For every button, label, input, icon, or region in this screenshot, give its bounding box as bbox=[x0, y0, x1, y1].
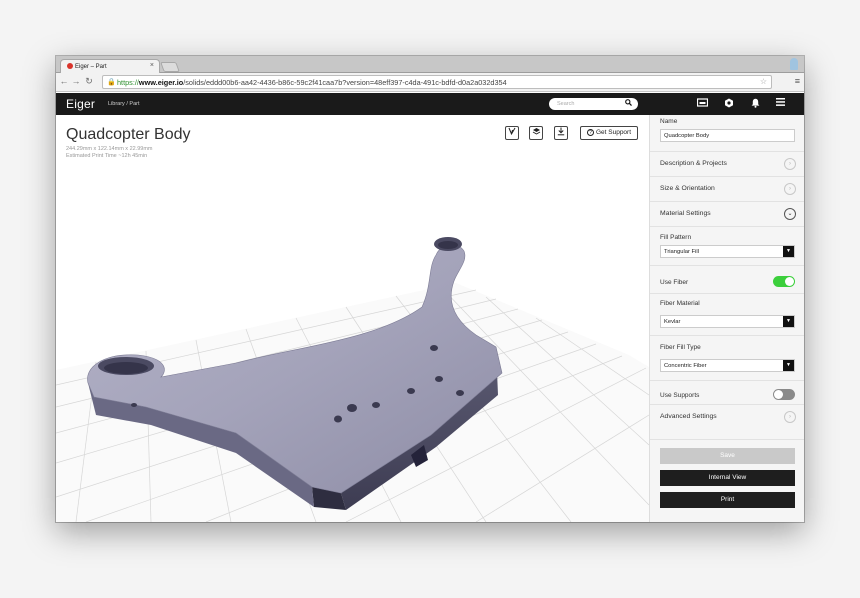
reload-icon[interactable]: ↻ bbox=[83, 76, 95, 87]
section-description[interactable]: Description & Projects › bbox=[650, 151, 804, 176]
fill-pattern-select[interactable]: Triangular Fill ▼ bbox=[660, 245, 795, 258]
divider bbox=[650, 226, 804, 227]
part-dimensions: 244.29mm x 122.14mm x 22.99mm bbox=[66, 146, 153, 152]
tab-strip: Eiger – Part × bbox=[56, 56, 804, 73]
toggle-knob bbox=[785, 277, 794, 286]
close-tab-icon[interactable]: × bbox=[150, 62, 154, 69]
3d-viewport[interactable]: Quadcopter Body 244.29mm x 122.14mm x 22… bbox=[56, 115, 649, 522]
toggle-knob bbox=[774, 390, 783, 399]
use-supports-label: Use Supports bbox=[660, 392, 700, 399]
fiber-material-select[interactable]: Kevlar ▼ bbox=[660, 315, 795, 328]
left-side-hole bbox=[131, 403, 137, 407]
tab-title: Eiger – Part bbox=[75, 64, 107, 70]
browser-menu-icon[interactable]: ≡ bbox=[795, 76, 800, 86]
download-button[interactable] bbox=[554, 126, 568, 140]
printer-icon[interactable] bbox=[696, 98, 708, 109]
dropdown-arrow-icon[interactable]: ▼ bbox=[783, 246, 794, 257]
profile-icon[interactable] bbox=[790, 58, 798, 70]
chevron-right-icon[interactable]: › bbox=[784, 158, 796, 170]
divider bbox=[650, 335, 804, 336]
fill-pattern-label: Fill Pattern bbox=[660, 234, 692, 241]
fill-pattern-value: Triangular Fill bbox=[664, 249, 699, 255]
layers-button[interactable] bbox=[529, 126, 543, 140]
url-scheme: https:// bbox=[117, 78, 139, 87]
hamburger-menu-icon[interactable] bbox=[774, 98, 786, 108]
breadcrumb[interactable]: Library / Part bbox=[108, 101, 139, 107]
bookmark-star-icon[interactable]: ☆ bbox=[760, 77, 767, 86]
chevron-right-icon[interactable]: › bbox=[784, 411, 796, 423]
browser-tab[interactable]: Eiger – Part × bbox=[60, 59, 160, 73]
notification-bell-icon[interactable] bbox=[749, 98, 761, 110]
section-size-orientation[interactable]: Size & Orientation › bbox=[650, 176, 804, 201]
get-support-label: Get Support bbox=[595, 129, 632, 136]
print-time-estimate: Estimated Print Time ~12h 45min bbox=[66, 153, 148, 159]
use-fiber-label: Use Fiber bbox=[660, 279, 689, 286]
divider bbox=[650, 265, 804, 266]
chevron-right-icon[interactable]: › bbox=[784, 183, 796, 195]
browser-toolbar: ← → ↻ 🔒 https://www.eiger.io/solids/eddd… bbox=[56, 73, 804, 92]
divider bbox=[650, 380, 804, 381]
section-advanced-settings[interactable]: Advanced Settings › bbox=[650, 404, 804, 429]
fiber-fill-type-label: Fiber Fill Type bbox=[660, 344, 701, 351]
divider bbox=[650, 439, 804, 440]
internal-view-button[interactable]: Internal View bbox=[660, 470, 795, 486]
use-fiber-toggle[interactable] bbox=[773, 276, 795, 287]
search-icon[interactable] bbox=[625, 99, 632, 108]
section-advanced-label: Advanced Settings bbox=[660, 413, 717, 420]
chevron-down-icon[interactable]: ⌄ bbox=[784, 208, 796, 220]
app-header: Eiger Library / Part Search bbox=[56, 93, 804, 115]
fiber-fill-type-select[interactable]: Concentric Fiber ▼ bbox=[660, 359, 795, 372]
section-description-label: Description & Projects bbox=[660, 160, 727, 167]
save-button[interactable]: Save bbox=[660, 448, 795, 464]
motor-hole-left bbox=[104, 362, 148, 374]
section-material-settings[interactable]: Material Settings ⌄ bbox=[650, 201, 804, 226]
fiber-material-value: Kevlar bbox=[664, 319, 681, 325]
motor-hole-back bbox=[438, 241, 458, 249]
browser-window: Eiger – Part × ← → ↻ 🔒 https://www.eiger… bbox=[56, 56, 804, 522]
build-plate-scene[interactable] bbox=[56, 115, 649, 522]
favicon-icon bbox=[67, 63, 73, 69]
lock-icon: 🔒 bbox=[107, 79, 116, 86]
url-path: /solids/eddd00b6-aa42-4436-b86c-59c2f41c… bbox=[183, 78, 507, 87]
name-label: Name bbox=[660, 118, 678, 125]
part-title: Quadcopter Body bbox=[66, 126, 191, 143]
eiger-logo[interactable]: Eiger bbox=[66, 97, 95, 111]
search-input[interactable]: Search bbox=[549, 98, 638, 110]
fiber-material-label: Fiber Material bbox=[660, 300, 700, 307]
address-bar[interactable]: 🔒 https://www.eiger.io/solids/eddd00b6-a… bbox=[102, 75, 772, 89]
get-support-button[interactable]: ? Get Support bbox=[580, 126, 638, 140]
dropdown-arrow-icon[interactable]: ▼ bbox=[783, 360, 794, 371]
fiber-fill-type-value: Concentric Fiber bbox=[664, 363, 707, 369]
view-mode-button[interactable] bbox=[505, 126, 519, 140]
url-host: www.eiger.io bbox=[138, 78, 184, 87]
search-placeholder: Search bbox=[557, 101, 575, 107]
section-material-label: Material Settings bbox=[660, 210, 711, 217]
new-tab-button[interactable] bbox=[160, 62, 180, 72]
settings-hex-icon[interactable] bbox=[723, 98, 735, 110]
divider bbox=[650, 293, 804, 294]
print-button[interactable]: Print bbox=[660, 492, 795, 508]
use-supports-toggle[interactable] bbox=[773, 389, 795, 400]
help-circle-icon: ? bbox=[586, 129, 594, 136]
forward-icon[interactable]: → bbox=[70, 76, 82, 86]
name-field[interactable]: Quadcopter Body bbox=[660, 129, 795, 142]
back-icon[interactable]: ← bbox=[58, 76, 70, 86]
dropdown-arrow-icon[interactable]: ▼ bbox=[783, 316, 794, 327]
section-size-label: Size & Orientation bbox=[660, 185, 715, 192]
settings-panel: Name Quadcopter Body Description & Proje… bbox=[649, 115, 804, 522]
